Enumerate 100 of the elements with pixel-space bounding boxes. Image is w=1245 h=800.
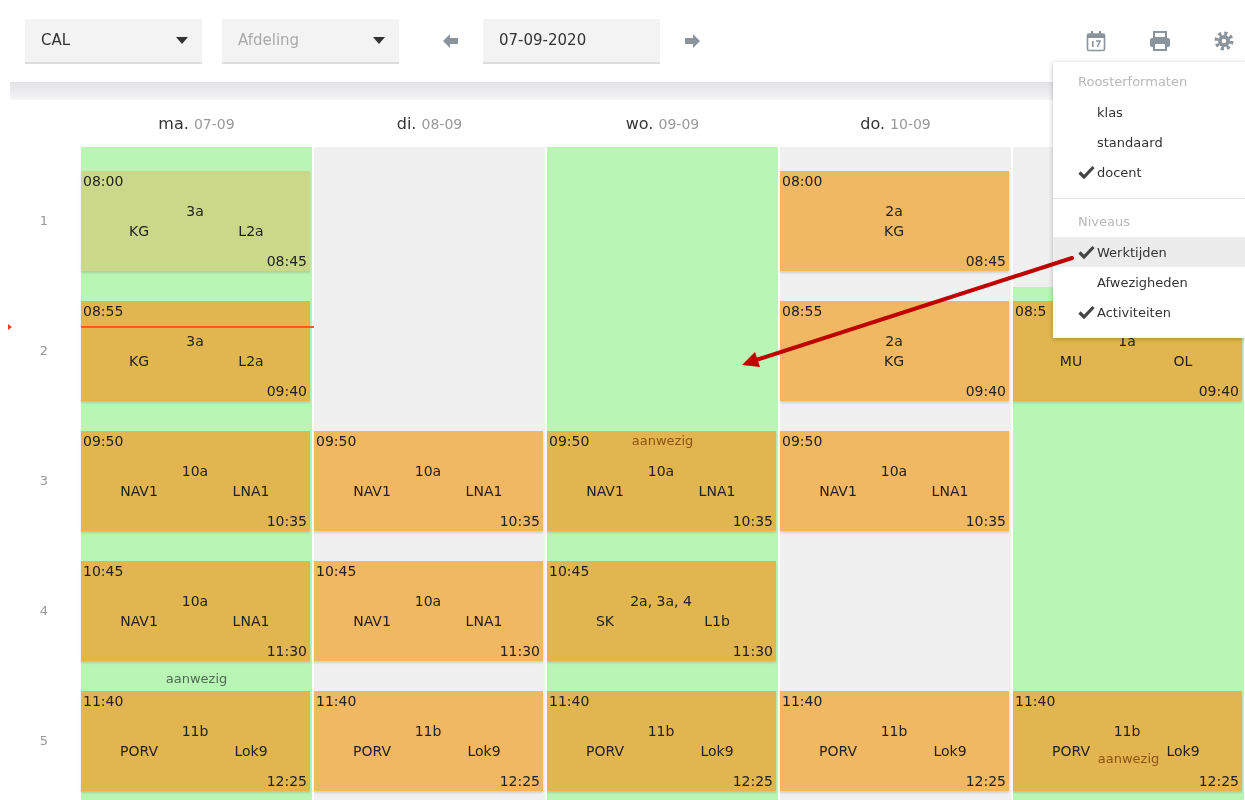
start-time: 09:50 — [316, 432, 357, 451]
settings-button[interactable] — [1212, 29, 1236, 53]
arrow-left-icon — [441, 32, 459, 50]
calendar-icon — [1086, 30, 1106, 52]
caret-icon — [373, 36, 385, 44]
menu-item[interactable]: klas — [1053, 97, 1245, 127]
subject-label: SK — [595, 612, 615, 631]
room-label: L2a — [238, 352, 264, 371]
room-label: Lok9 — [234, 742, 268, 761]
class-label: 10a — [880, 462, 908, 481]
subject-label: NAV1 — [353, 612, 391, 631]
end-time: 12:25 — [499, 772, 540, 791]
end-time: 10:35 — [266, 512, 307, 531]
class-label: 10a — [414, 462, 442, 481]
end-time: 12:25 — [1198, 772, 1239, 791]
class-label: 2a — [885, 202, 903, 221]
end-time: 11:30 — [499, 642, 540, 661]
day-header: di. 08-09 — [396, 114, 463, 133]
lesson-block[interactable]: 09:50 10a NAV1 LNA1 10:35 — [81, 431, 310, 531]
class-label: 11b — [414, 722, 442, 741]
dropdown-placeholder: Afdeling — [238, 31, 300, 49]
period-number: 5 — [38, 732, 50, 750]
start-time: 11:40 — [549, 692, 590, 711]
lesson-block[interactable]: 11:40 11b PORV Lok9 12:25 — [780, 691, 1009, 791]
lesson-block[interactable]: 11:40 11b PORV Lok9 12:25 — [314, 691, 543, 791]
lesson-block[interactable]: 10:45 10a NAV1 LNA1 11:30 — [314, 561, 543, 661]
date-field[interactable]: 07-09-2020 — [483, 18, 660, 64]
menu-item[interactable]: standaard — [1053, 127, 1245, 157]
menu-item[interactable]: Afwezigheden — [1053, 267, 1245, 297]
subject-label: NAV1 — [353, 482, 391, 501]
start-time: 08:5 — [1015, 302, 1047, 321]
end-time: 09:40 — [965, 382, 1006, 401]
subject-label: PORV — [1052, 742, 1090, 761]
start-time: 11:40 — [1015, 692, 1056, 711]
subject-label: PORV — [819, 742, 857, 761]
subject-label: NAV1 — [586, 482, 624, 501]
start-time: 08:00 — [83, 172, 124, 191]
class-label: 11b — [1113, 722, 1141, 741]
end-time: 09:40 — [1198, 382, 1239, 401]
day-header: wo. 09-09 — [625, 114, 700, 133]
room-label: LNA1 — [931, 482, 969, 501]
subject-label: PORV — [353, 742, 391, 761]
menu-item[interactable]: docent — [1053, 157, 1245, 187]
class-label: 10a — [647, 462, 675, 481]
room-label: Lok9 — [1166, 742, 1200, 761]
menu-section-title: Roosterformaten — [1077, 73, 1189, 91]
end-time: 08:45 — [266, 252, 307, 271]
subject-label: KG — [884, 352, 904, 371]
room-label: Lok9 — [933, 742, 967, 761]
lesson-block[interactable]: 08:00 2a KG 08:45 — [780, 171, 1009, 271]
subject-label: KG — [129, 222, 149, 241]
arrow-right-icon — [684, 32, 702, 50]
caret-icon — [176, 36, 188, 44]
room-label: LNA1 — [232, 612, 270, 631]
room-label: LNA1 — [698, 482, 736, 501]
print-button[interactable] — [1148, 29, 1172, 53]
lesson-block[interactable]: 08:00 3a KG L2a 08:45 — [81, 171, 310, 271]
lesson-block[interactable]: 11:40 11b PORV Lok9 12:25 — [547, 691, 776, 791]
start-time: 09:50 — [83, 432, 124, 451]
end-time: 12:25 — [965, 772, 1006, 791]
day-header: ma. 07-09 — [158, 114, 235, 133]
lesson-block[interactable]: 10:45 2a, 3a, 4 SK L1b 11:30 — [547, 561, 776, 661]
menu-item[interactable]: Werktijden — [1053, 237, 1245, 267]
lesson-block[interactable]: 08:55 3a KG L2a 09:40 — [81, 301, 310, 401]
class-label: 10a — [181, 462, 209, 481]
class-label: 10a — [414, 592, 442, 611]
lesson-block[interactable]: 09:50 10a NAV1 LNA1 10:35 — [314, 431, 543, 531]
start-time: 11:40 — [782, 692, 823, 711]
class-label: 11b — [181, 722, 209, 741]
teacher-dropdown[interactable]: CAL — [25, 18, 202, 64]
presence-label: aanwezig — [631, 433, 694, 448]
end-time: 11:30 — [266, 642, 307, 661]
end-time: 10:35 — [499, 512, 540, 531]
start-time: 08:00 — [782, 172, 823, 191]
room-label: L1b — [704, 612, 730, 631]
class-label: 10a — [181, 592, 209, 611]
room-label: LNA1 — [465, 612, 503, 631]
day-header: do. 10-09 — [860, 114, 931, 133]
time-marker-icon — [8, 324, 12, 330]
presence-label: aanwezig — [1097, 751, 1160, 766]
room-label: Lok9 — [467, 742, 501, 761]
class-label: 2a — [885, 332, 903, 351]
end-time: 08:45 — [965, 252, 1006, 271]
lesson-block[interactable]: 10:45 10a NAV1 LNA1 11:30 — [81, 561, 310, 661]
lesson-block[interactable]: 08:55 2a KG 09:40 — [780, 301, 1009, 401]
subject-label: NAV1 — [120, 612, 158, 631]
settings-icon — [1214, 31, 1234, 51]
menu-section-title: Niveaus — [1077, 213, 1131, 231]
printer-icon — [1149, 31, 1171, 51]
presence-label: aanwezig — [165, 671, 228, 686]
class-label: 3a — [186, 332, 204, 351]
lesson-block[interactable]: 11:40 11b PORV Lok9 12:25 — [81, 691, 310, 791]
calendar-button[interactable] — [1084, 29, 1108, 53]
subject-label: NAV1 — [819, 482, 857, 501]
class-label: 11b — [880, 722, 908, 741]
end-time: 10:35 — [965, 512, 1006, 531]
end-time: 10:35 — [732, 512, 773, 531]
lesson-block[interactable]: 09:50 10a NAV1 LNA1 10:35 — [780, 431, 1009, 531]
room-label: Lok9 — [700, 742, 734, 761]
subject-label: KG — [884, 222, 904, 241]
